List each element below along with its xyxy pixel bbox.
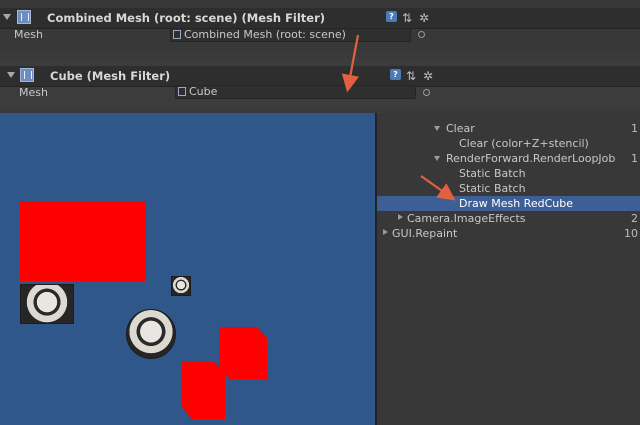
profiler-row-count: 1: [631, 122, 638, 135]
mesh-field[interactable]: Cube: [175, 85, 416, 99]
profiler-row-label: Static Batch: [459, 182, 526, 195]
gear-icon[interactable]: ✲: [423, 69, 433, 83]
object-picker-icon[interactable]: [423, 89, 430, 96]
gear-icon[interactable]: ✲: [419, 11, 429, 25]
profiler-row-gui-repaint[interactable]: GUI.Repaint 10: [377, 226, 640, 241]
foldout-collapsed-icon[interactable]: [398, 214, 403, 220]
cube-mesh-filter-panel: Cube (Mesh Filter) ? ⇅ ✲ Mesh Cube: [0, 58, 640, 106]
mesh-filter-icon: [17, 10, 31, 24]
foldout-collapsed-icon[interactable]: [383, 229, 388, 235]
cube-mesh-filter-header[interactable]: Cube (Mesh Filter) ? ⇅ ✲: [0, 66, 640, 87]
foldout-expanded-icon[interactable]: [7, 72, 15, 78]
profiler-row-label: GUI.Repaint: [392, 227, 458, 240]
profiler-row-static-batch[interactable]: Static Batch: [377, 166, 640, 181]
profiler-hierarchy: Clear 1 Clear (color+Z+stencil) RenderFo…: [375, 113, 640, 425]
red-cube-large: [20, 201, 146, 281]
mesh-label: Mesh: [14, 28, 43, 41]
red-cube-small-right: [219, 327, 267, 379]
panda-cube-small: [171, 276, 191, 296]
profiler-row-count: 1: [631, 152, 638, 165]
mesh-field[interactable]: Combined Mesh (root: scene): [170, 28, 411, 42]
profiler-row-clear[interactable]: Clear 1: [377, 121, 640, 136]
foldout-expanded-icon[interactable]: [3, 14, 11, 20]
mesh-asset-icon: [178, 87, 186, 96]
profiler-row-camera-imageeffects[interactable]: Camera.ImageEffects 2: [377, 211, 640, 226]
profiler-row-draw-mesh-redcube[interactable]: Draw Mesh RedCube: [377, 196, 640, 211]
component-title: Cube (Mesh Filter): [50, 69, 171, 83]
profiler-row[interactable]: [377, 113, 640, 119]
profiler-row-label: Clear (color+Z+stencil): [459, 137, 589, 150]
profiler-row-label: Clear: [446, 122, 475, 135]
preset-icon[interactable]: ⇅: [406, 69, 416, 83]
profiler-row-clear-color[interactable]: Clear (color+Z+stencil): [377, 136, 640, 151]
profiler-row-label: RenderForward.RenderLoopJob: [446, 152, 616, 165]
combined-mesh-filter-panel: Combined Mesh (root: scene) (Mesh Filter…: [0, 0, 640, 50]
profiler-row-renderloopjob[interactable]: RenderForward.RenderLoopJob 1: [377, 151, 640, 166]
mesh-filter-icon: [20, 68, 34, 82]
object-picker-icon[interactable]: [418, 31, 425, 38]
profiler-row-label: Static Batch: [459, 167, 526, 180]
combined-mesh-filter-header[interactable]: Combined Mesh (root: scene) (Mesh Filter…: [0, 8, 640, 29]
profiler-row-count: 2: [631, 212, 638, 225]
game-viewport[interactable]: [0, 113, 375, 425]
mesh-label: Mesh: [19, 86, 48, 99]
help-icon[interactable]: ?: [386, 11, 397, 22]
component-title: Combined Mesh (root: scene) (Mesh Filter…: [47, 11, 326, 25]
profiler-row-static-batch[interactable]: Static Batch: [377, 181, 640, 196]
preset-icon[interactable]: ⇅: [402, 11, 412, 25]
profiler-row-label: Draw Mesh RedCube: [459, 197, 573, 210]
mesh-field-value: Cube: [189, 85, 218, 98]
red-cube-small-bottom: [182, 362, 225, 419]
mesh-field-value: Combined Mesh (root: scene): [184, 28, 346, 41]
foldout-expanded-icon[interactable]: [434, 156, 440, 161]
panda-cube-left: [20, 284, 74, 324]
profiler-row-label: Camera.ImageEffects: [407, 212, 526, 225]
help-icon[interactable]: ?: [390, 69, 401, 80]
profiler-row-count: 10: [624, 227, 638, 240]
foldout-expanded-icon[interactable]: [434, 126, 440, 131]
panda-sphere: [126, 309, 176, 359]
mesh-asset-icon: [173, 30, 181, 39]
